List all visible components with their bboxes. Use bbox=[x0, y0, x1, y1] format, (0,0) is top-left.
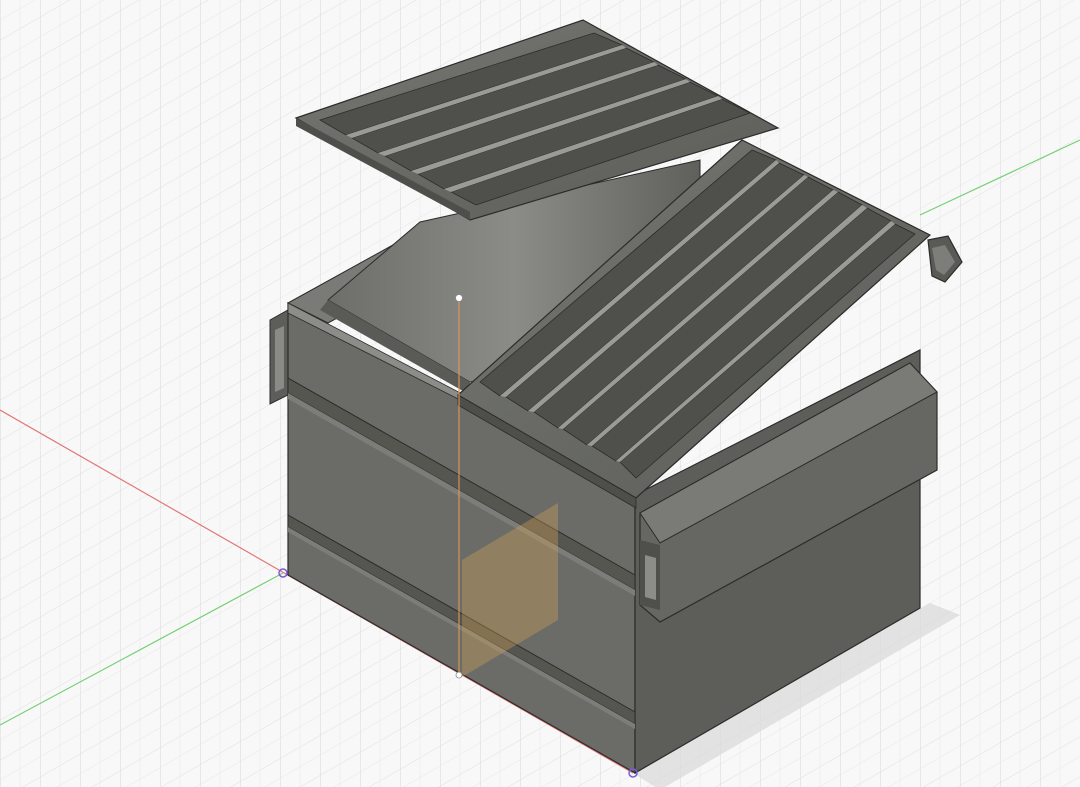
origin-point-top[interactable] bbox=[455, 294, 463, 302]
origin-point-bottom[interactable] bbox=[455, 671, 463, 679]
3d-design-viewport[interactable] bbox=[0, 0, 1080, 787]
left-handle-bracket bbox=[269, 309, 289, 405]
model-canvas[interactable] bbox=[0, 0, 1080, 787]
